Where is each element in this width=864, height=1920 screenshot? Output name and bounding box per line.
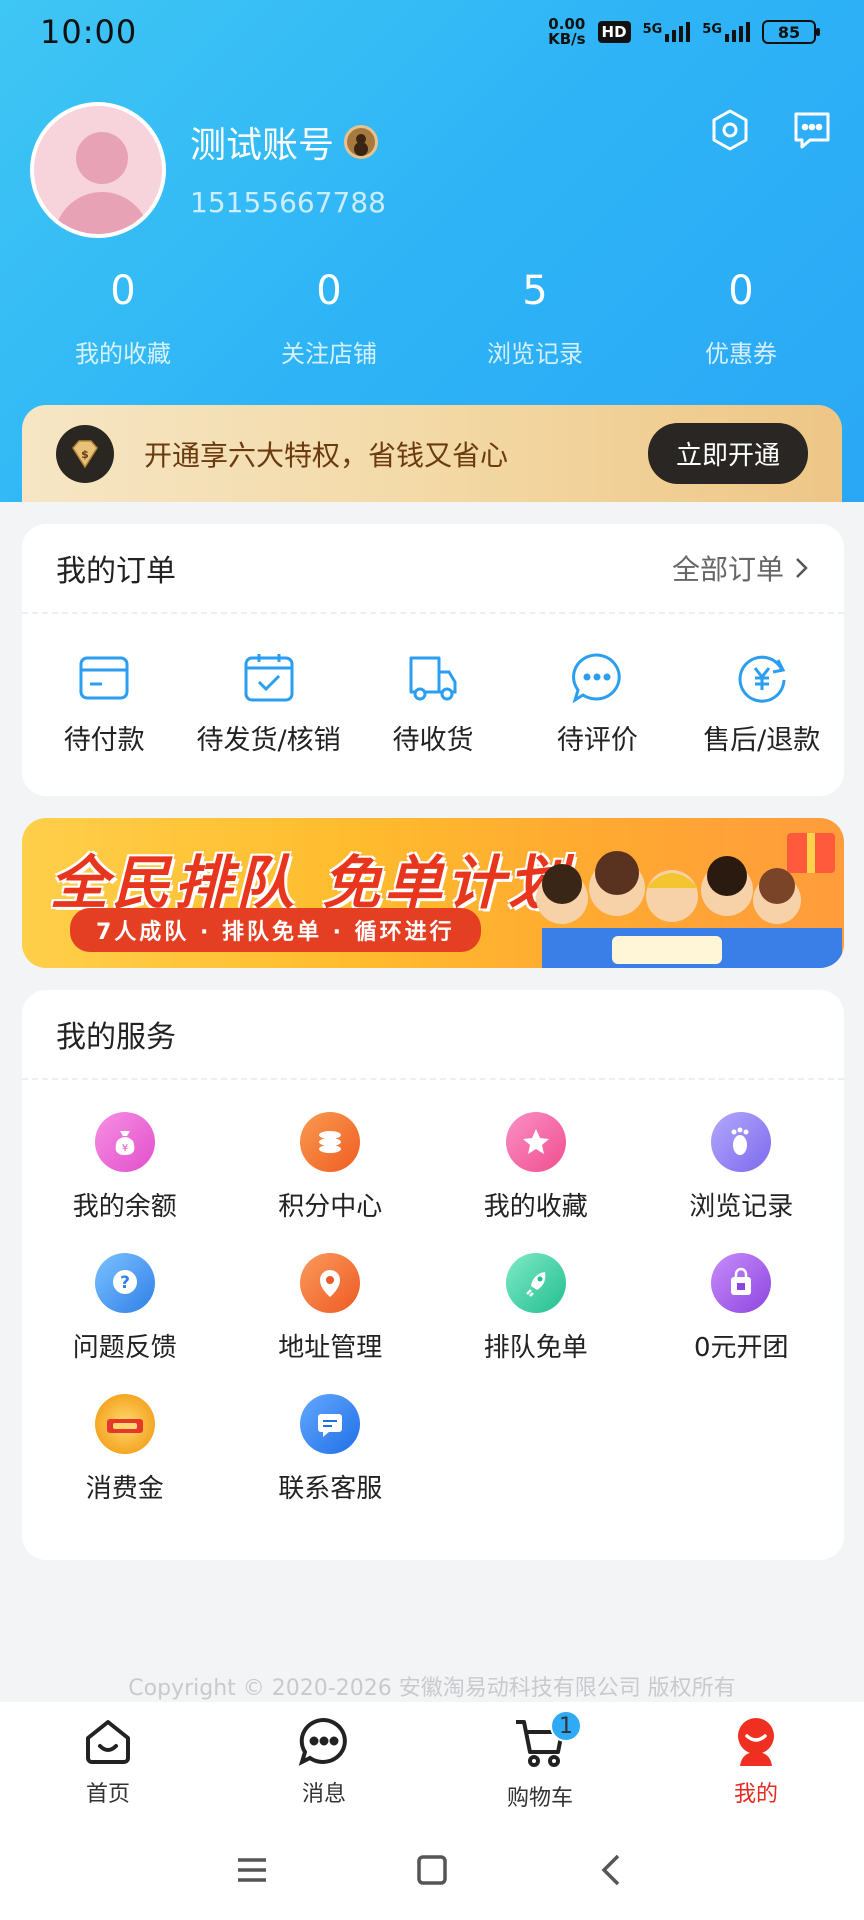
comment-icon <box>572 653 622 704</box>
shopping-bag-icon <box>711 1253 772 1313</box>
orders-title: 我的订单 <box>56 554 176 589</box>
phone-number: 15155667788 <box>190 186 386 219</box>
footprint-icon <box>711 1112 772 1172</box>
queue-free-banner[interactable]: 全民排队 免单计划 7人成队 · 排队免单 · 循环进行 <box>22 818 844 968</box>
message-icon[interactable] <box>790 108 834 152</box>
order-after-sales[interactable]: 售后/退款 <box>680 650 844 757</box>
stat-favorites[interactable]: 0 我的收藏 <box>20 268 226 369</box>
question-icon: ? <box>94 1253 155 1313</box>
order-pending-review[interactable]: 待评价 <box>515 650 679 757</box>
service-queue-free[interactable]: 排队免单 <box>433 1253 639 1364</box>
username[interactable]: 测试账号 <box>190 116 379 168</box>
member-badge-icon <box>344 125 379 159</box>
truck-icon <box>409 656 457 701</box>
battery-icon: 85 <box>762 20 820 44</box>
stat-coupons[interactable]: 0 优惠券 <box>638 268 844 369</box>
money-bag-icon: ¥ <box>94 1112 155 1172</box>
stats-row: 0 我的收藏 0 关注店铺 5 浏览记录 0 优惠券 <box>20 268 844 369</box>
network-speed: 0.00 KB/s <box>548 15 586 48</box>
service-address[interactable]: 地址管理 <box>228 1253 434 1364</box>
tab-home[interactable]: 首页 <box>0 1702 216 1820</box>
svg-text:$: $ <box>81 448 89 461</box>
hd-icon: HD <box>597 21 631 43</box>
service-feedback[interactable]: ? 问题反馈 <box>22 1253 228 1364</box>
refund-icon <box>738 655 786 703</box>
service-history[interactable]: 浏览记录 <box>639 1112 845 1223</box>
avatar[interactable] <box>30 102 166 238</box>
services-title: 我的服务 <box>56 1020 176 1055</box>
cart-count-badge: 1 <box>550 1710 582 1742</box>
banner-subtitle: 7人成队 · 排队免单 · 循环进行 <box>70 908 481 952</box>
order-pending-payment[interactable]: 待付款 <box>22 650 186 757</box>
order-pending-receipt[interactable]: 待收货 <box>351 650 515 757</box>
home-icon <box>86 1720 130 1764</box>
wallet-icon <box>79 656 129 700</box>
stat-followed-shops[interactable]: 0 关注店铺 <box>226 268 432 369</box>
bottom-tab-bar: 首页 消息 1 购物车 我的 <box>0 1702 864 1820</box>
service-customer-support[interactable]: 联系客服 <box>228 1394 434 1505</box>
message-icon <box>298 1717 347 1766</box>
svg-text:¥: ¥ <box>122 1143 128 1154</box>
stat-history[interactable]: 5 浏览记录 <box>432 268 638 369</box>
box-check-icon <box>244 654 294 702</box>
rocket-icon <box>505 1253 566 1313</box>
diamond-icon: $ <box>56 424 114 483</box>
status-time: 10:00 <box>40 13 138 51</box>
profile-icon <box>738 1718 774 1766</box>
signal-icon-2: 5G <box>702 22 750 42</box>
svg-text:?: ? <box>120 1273 130 1293</box>
coupon-coin-icon <box>94 1394 155 1454</box>
copyright-text: Copyright © 2020-2026 安徽淘易动科技有限公司 版权所有 <box>128 1676 736 1701</box>
back-icon[interactable] <box>592 1850 632 1890</box>
service-points[interactable]: 积分中心 <box>228 1112 434 1223</box>
location-pin-icon <box>300 1253 361 1313</box>
tab-profile[interactable]: 我的 <box>648 1702 864 1820</box>
service-spending-gold[interactable]: 消费金 <box>22 1394 228 1505</box>
service-favorites[interactable]: 我的收藏 <box>433 1112 639 1223</box>
system-nav-bar <box>0 1820 864 1920</box>
chat-service-icon <box>300 1394 361 1454</box>
service-balance[interactable]: ¥ 我的余额 <box>22 1112 228 1223</box>
vip-banner[interactable]: $ 开通享六大特权，省钱又省心 立即开通 <box>22 405 842 502</box>
chevron-right-icon <box>796 558 808 578</box>
vip-text: 开通享六大特权，省钱又省心 <box>144 438 509 472</box>
order-pending-shipment[interactable]: 待发货/核销 <box>187 650 351 757</box>
home-square-icon[interactable] <box>412 1850 452 1890</box>
orders-card: 我的订单 全部订单 待付款 待发货/核销 待收货 待评价 售后/退款 <box>22 524 844 796</box>
star-icon <box>505 1112 566 1172</box>
vip-open-button[interactable]: 立即开通 <box>647 423 808 484</box>
status-icons: 0.00 KB/s HD 5G 5G 85 <box>548 15 820 48</box>
tab-messages[interactable]: 消息 <box>216 1702 432 1820</box>
settings-icon[interactable] <box>708 108 752 152</box>
tab-cart[interactable]: 1 购物车 <box>432 1702 648 1820</box>
profile-header: 10:00 0.00 KB/s HD 5G 5G 85 测试账号 1515566… <box>0 0 864 502</box>
all-orders-link[interactable]: 全部订单 <box>672 548 810 588</box>
status-bar: 10:00 0.00 KB/s HD 5G 5G 85 <box>0 0 864 64</box>
services-card: 我的服务 ¥ 我的余额 积分中心 我的收藏 浏览记录 ? 问题反馈 地址管理 排… <box>22 990 844 1560</box>
menu-icon[interactable] <box>232 1850 272 1890</box>
crowd-illustration <box>536 833 842 968</box>
service-zero-group[interactable]: 0元开团 <box>639 1253 845 1364</box>
signal-icon: 5G <box>643 22 691 42</box>
coins-icon <box>300 1112 361 1172</box>
